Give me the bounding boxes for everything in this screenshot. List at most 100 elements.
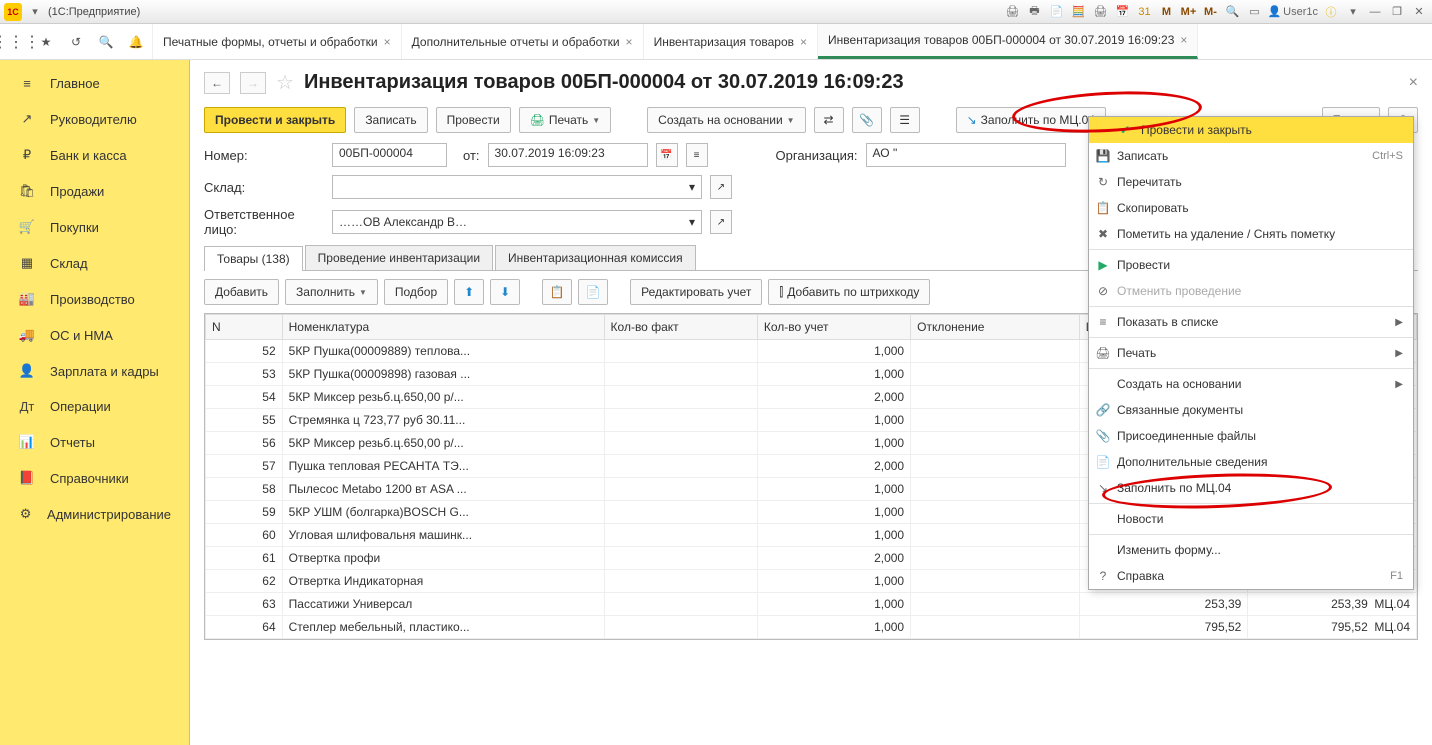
open-icon[interactable]: ↗: [710, 175, 732, 199]
sidebar-item[interactable]: 📊Отчеты: [0, 424, 189, 460]
tb-dd[interactable]: ▾: [1344, 3, 1362, 21]
doc-tab[interactable]: Проведение инвентаризации: [305, 245, 493, 270]
org-input[interactable]: АО ": [866, 143, 1066, 167]
column-header[interactable]: N: [206, 315, 283, 340]
menu-item[interactable]: ↻Перечитать: [1089, 169, 1413, 195]
number-input[interactable]: 00БП-000004: [332, 143, 447, 167]
sidebar-item[interactable]: 🛒Покупки: [0, 209, 189, 245]
tb-m[interactable]: M: [1157, 3, 1175, 21]
add-button[interactable]: Добавить: [204, 279, 279, 305]
menu-item[interactable]: ?СправкаF1: [1089, 563, 1413, 589]
tb-icon[interactable]: 🧮: [1069, 3, 1087, 21]
menu-item[interactable]: 🔗Связанные документы: [1089, 397, 1413, 423]
app-tab[interactable]: Печатные формы, отчеты и обработки×: [153, 24, 402, 59]
app-tab[interactable]: Дополнительные отчеты и обработки×: [402, 24, 644, 59]
sidebar-item[interactable]: ₽Банк и касса: [0, 137, 189, 173]
tb-icon[interactable]: 📄: [1047, 3, 1065, 21]
menu-item[interactable]: 💾ЗаписатьCtrl+S: [1089, 143, 1413, 169]
bell-icon[interactable]: 🔔: [126, 32, 146, 52]
tb-zoom[interactable]: 🔍: [1223, 3, 1241, 21]
sidebar-item[interactable]: ↗Руководителю: [0, 101, 189, 137]
tb-info[interactable]: ⓘ: [1322, 3, 1340, 21]
responsible-input[interactable]: ……ОВ Александр В…▾: [332, 210, 702, 234]
tb-mminus[interactable]: M-: [1201, 3, 1219, 21]
print-button[interactable]: 🖨Печать▼: [519, 107, 611, 133]
nav-back[interactable]: ←: [204, 72, 230, 94]
favorite-icon[interactable]: ☆: [276, 70, 294, 95]
history-icon[interactable]: ↺: [66, 32, 86, 52]
close-icon[interactable]: ×: [800, 35, 807, 49]
close-icon[interactable]: ×: [1409, 74, 1418, 92]
menu-item[interactable]: ✖Пометить на удаление / Снять пометку: [1089, 221, 1413, 247]
menu-item[interactable]: 📄Дополнительные сведения: [1089, 449, 1413, 475]
move-up-icon[interactable]: ⬆: [454, 279, 484, 305]
open-icon[interactable]: ↗: [710, 210, 732, 234]
tb-icon[interactable]: 🖶: [1025, 3, 1043, 21]
list-icon[interactable]: ☰: [890, 107, 920, 133]
sidebar-item[interactable]: 👤Зарплата и кадры: [0, 353, 189, 389]
add-barcode-button[interactable]: ⫿Добавить по штрихкоду: [768, 279, 930, 305]
fill-mc04-button[interactable]: ↘Заполнить по МЦ.04: [956, 107, 1106, 133]
app-tab[interactable]: Инвентаризация товаров 00БП-000004 от 30…: [818, 24, 1198, 59]
menu-header[interactable]: ✔Провести и закрыть: [1089, 117, 1413, 143]
structure-icon[interactable]: ⇄: [814, 107, 844, 133]
fill-button[interactable]: Заполнить▼: [285, 279, 378, 305]
window-minimize[interactable]: —: [1366, 3, 1384, 21]
sidebar-item[interactable]: 📕Справочники: [0, 460, 189, 496]
save-button[interactable]: Записать: [354, 107, 427, 133]
tb-user[interactable]: 👤User1c: [1267, 3, 1318, 21]
sidebar-item[interactable]: 🚚ОС и НМА: [0, 317, 189, 353]
menu-item[interactable]: ≡Показать в списке▶: [1089, 309, 1413, 335]
dropdown-icon[interactable]: ▾: [26, 3, 44, 21]
close-icon[interactable]: ×: [626, 35, 633, 49]
column-header[interactable]: Кол-во учет: [757, 315, 910, 340]
close-icon[interactable]: ×: [1180, 33, 1187, 47]
create-based-button[interactable]: Создать на основании▼: [647, 107, 805, 133]
menu-item[interactable]: 📎Присоединенные файлы: [1089, 423, 1413, 449]
close-icon[interactable]: ×: [384, 35, 391, 49]
star-icon[interactable]: ★: [36, 32, 56, 52]
date-input[interactable]: 30.07.2019 16:09:23: [488, 143, 648, 167]
tb-icon[interactable]: 31: [1135, 3, 1153, 21]
list-icon[interactable]: ≡: [686, 143, 708, 167]
menu-item[interactable]: ▶Провести: [1089, 252, 1413, 278]
column-header[interactable]: Номенклатура: [282, 315, 604, 340]
calendar-icon[interactable]: 📅: [656, 143, 678, 167]
nav-forward[interactable]: →: [240, 72, 266, 94]
post-button[interactable]: Провести: [436, 107, 511, 133]
menu-item[interactable]: 🖨Печать▶: [1089, 340, 1413, 366]
window-close[interactable]: ✕: [1410, 3, 1428, 21]
move-down-icon[interactable]: ⬇: [490, 279, 520, 305]
table-row[interactable]: 64Степлер мебельный, пластико...1,000795…: [206, 616, 1417, 639]
select-button[interactable]: Подбор: [384, 279, 448, 305]
tb-icon[interactable]: 🖨: [1003, 3, 1021, 21]
tb-icon[interactable]: 🖨: [1091, 3, 1109, 21]
tb-mplus[interactable]: M+: [1179, 3, 1197, 21]
sidebar-item[interactable]: ДтОперации: [0, 389, 189, 424]
sidebar-item[interactable]: 🛍Продажи: [0, 173, 189, 209]
doc-tab[interactable]: Товары (138): [204, 246, 303, 271]
table-row[interactable]: 63Пассатижи Универсал1,000253,39253,39 М…: [206, 593, 1417, 616]
search-icon[interactable]: 🔍: [96, 32, 116, 52]
app-tab[interactable]: Инвентаризация товаров×: [644, 24, 818, 59]
warehouse-input[interactable]: ▾: [332, 175, 702, 199]
copy-icon[interactable]: 📋: [542, 279, 572, 305]
edit-uch-button[interactable]: Редактировать учет: [630, 279, 762, 305]
attach-icon[interactable]: 📎: [852, 107, 882, 133]
sidebar-item[interactable]: 🏭Производство: [0, 281, 189, 317]
sidebar-item[interactable]: ▦Склад: [0, 245, 189, 281]
menu-item[interactable]: 📋Скопировать: [1089, 195, 1413, 221]
column-header[interactable]: Кол-во факт: [604, 315, 757, 340]
menu-item[interactable]: Изменить форму...: [1089, 537, 1413, 563]
paste-icon[interactable]: 📄: [578, 279, 608, 305]
menu-item[interactable]: ↘Заполнить по МЦ.04: [1089, 475, 1413, 501]
window-restore[interactable]: ❐: [1388, 3, 1406, 21]
apps-icon[interactable]: ⋮⋮⋮: [6, 32, 26, 52]
column-header[interactable]: Отклонение: [911, 315, 1080, 340]
tb-icon[interactable]: 📅: [1113, 3, 1131, 21]
sidebar-item[interactable]: ≡Главное: [0, 66, 189, 101]
menu-item[interactable]: Новости: [1089, 506, 1413, 532]
doc-tab[interactable]: Инвентаризационная комиссия: [495, 245, 696, 270]
menu-item[interactable]: Создать на основании▶: [1089, 371, 1413, 397]
sidebar-item[interactable]: ⚙Администрирование: [0, 496, 189, 532]
